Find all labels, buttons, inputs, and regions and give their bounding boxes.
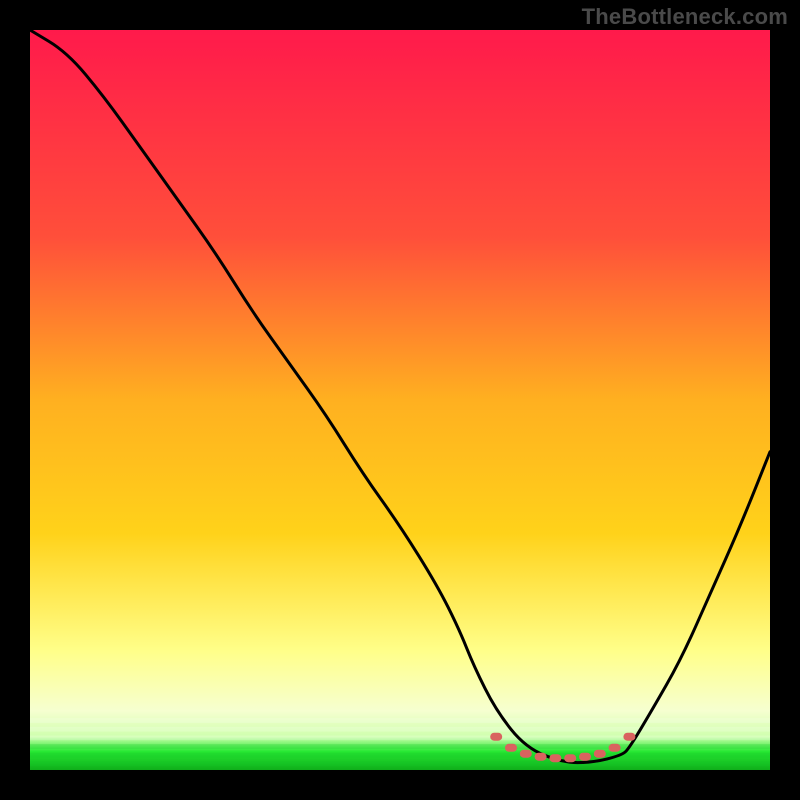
optimal-marker xyxy=(505,744,517,752)
optimal-marker xyxy=(549,754,561,762)
band-stripe xyxy=(30,727,770,732)
optimal-marker xyxy=(490,733,502,741)
optimal-marker xyxy=(535,753,547,761)
band-stripe xyxy=(30,761,770,766)
band-stripe xyxy=(30,753,770,758)
optimal-marker xyxy=(579,753,591,761)
plot-gradient xyxy=(30,30,770,770)
bottleneck-chart xyxy=(0,0,800,800)
band-stripe xyxy=(30,735,770,740)
optimal-marker xyxy=(594,750,606,758)
optimal-marker xyxy=(623,733,635,741)
chart-frame: TheBottleneck.com xyxy=(0,0,800,800)
optimal-marker xyxy=(564,754,576,762)
band-stripe xyxy=(30,718,770,723)
band-stripe xyxy=(30,744,770,749)
watermark-label: TheBottleneck.com xyxy=(582,4,788,30)
optimal-marker xyxy=(609,744,621,752)
optimal-marker xyxy=(520,750,532,758)
